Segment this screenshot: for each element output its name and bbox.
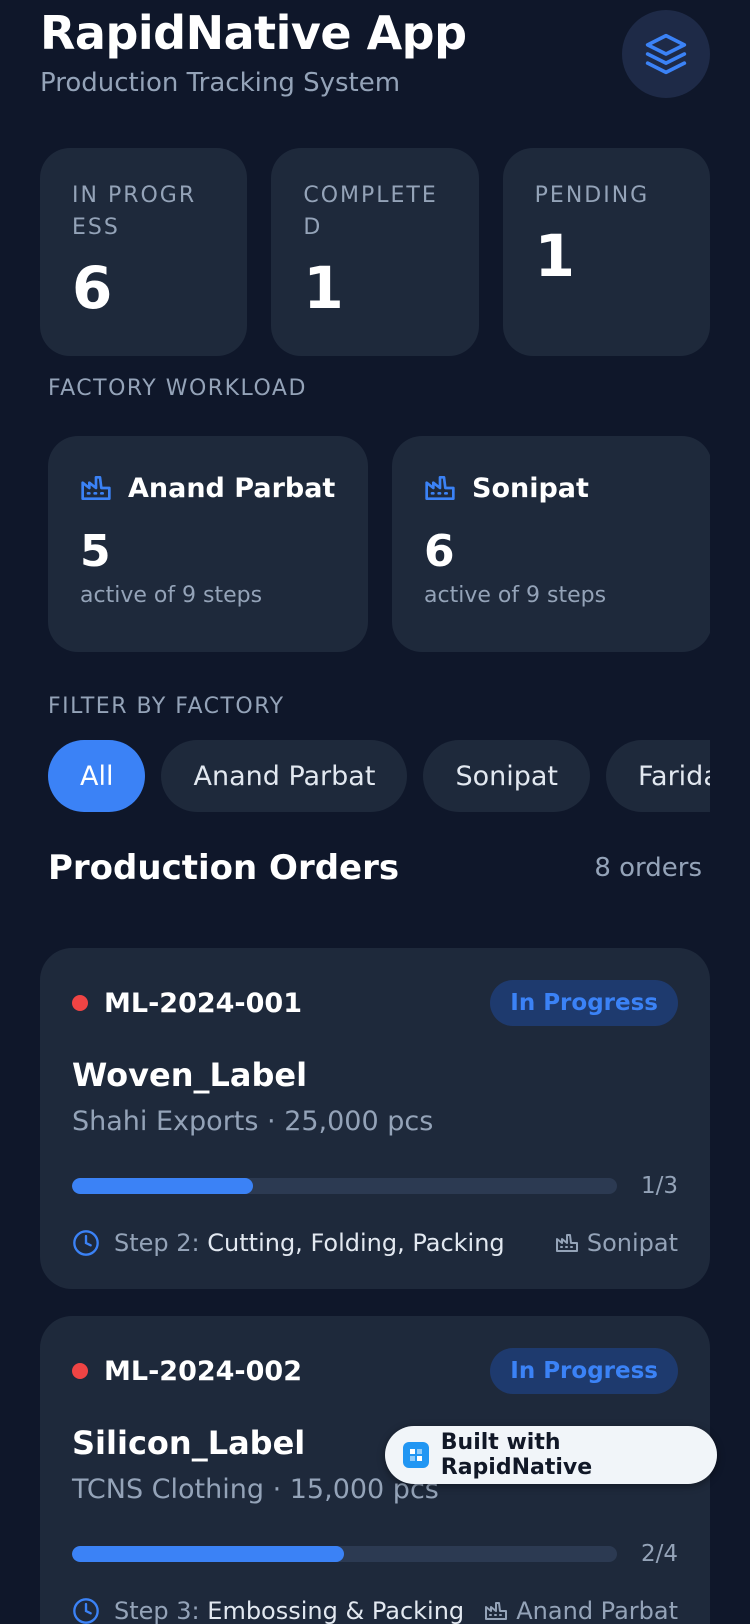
order-id: ML-2024-001 — [104, 987, 302, 1019]
order-meta: Shahi Exports · 25,000 pcs — [72, 1106, 434, 1137]
factory-active-sub: active of 9 steps — [424, 583, 607, 608]
app-title: RapidNative App — [40, 6, 467, 60]
factory-filter-chips[interactable]: All Anand Parbat Sonipat Faridabad — [48, 740, 710, 812]
orders-header: Production Orders 8 orders — [48, 848, 702, 888]
orders-title: Production Orders — [48, 848, 400, 888]
clock-icon — [73, 1598, 99, 1624]
order-id: ML-2024-002 — [104, 1355, 302, 1387]
stats-row: IN PROGRESS 6 COMPLETED 1 PENDING 1 — [40, 148, 710, 356]
rapidnative-logo-icon — [403, 1442, 429, 1468]
status-badge: In Progress — [490, 980, 678, 1026]
filter-chip-all[interactable]: All — [48, 740, 146, 812]
step-prefix: Step 3: — [114, 1597, 200, 1624]
clock-icon — [73, 1230, 99, 1256]
factory-icon — [485, 1602, 508, 1620]
factory-card-sonipat[interactable]: Sonipat 6 active of 9 steps — [392, 436, 710, 652]
stat-value: 1 — [534, 222, 576, 290]
step-name: Cutting, Folding, Packing — [207, 1229, 505, 1257]
step-name: Embossing & Packing — [207, 1597, 465, 1624]
factory-active-sub: active of 9 steps — [80, 583, 263, 608]
stat-card-in-progress[interactable]: IN PROGRESS 6 — [40, 148, 248, 356]
stat-card-completed[interactable]: COMPLETED 1 — [271, 148, 479, 356]
filter-chip-anand-parbat[interactable]: Anand Parbat — [161, 740, 408, 812]
progress-fill — [72, 1178, 254, 1194]
orders-count: 8 orders — [594, 853, 702, 883]
order-factory: Sonipat — [586, 1229, 678, 1257]
priority-dot — [72, 995, 88, 1011]
progress-fraction: 2/4 — [640, 1541, 678, 1567]
factory-workload-scroller[interactable]: Anand Parbat 5 active of 9 steps Sonipat… — [48, 436, 710, 652]
progress-fill — [72, 1546, 345, 1562]
stat-value: 6 — [72, 254, 113, 322]
progress-bar — [72, 1546, 617, 1562]
filter-chip-faridabad[interactable]: Faridabad — [605, 740, 710, 812]
app-subtitle: Production Tracking System — [40, 68, 401, 98]
step-prefix: Step 2: — [114, 1229, 200, 1257]
factory-active-count: 6 — [424, 526, 455, 577]
stat-label: IN PROGRESS — [72, 183, 197, 240]
factory-card-anand-parbat[interactable]: Anand Parbat 5 active of 9 steps — [48, 436, 368, 652]
built-with-label: Built with RapidNative — [440, 1430, 593, 1480]
factory-active-count: 5 — [80, 526, 111, 577]
filter-chip-sonipat[interactable]: Sonipat — [423, 740, 590, 812]
built-with-badge[interactable]: Built with RapidNative — [385, 1426, 717, 1484]
factory-workload-label: FACTORY WORKLOAD — [48, 376, 307, 401]
layers-icon — [645, 33, 687, 75]
order-factory: Anand Parbat — [516, 1597, 678, 1624]
order-product: Woven_Label — [72, 1056, 308, 1094]
stat-value: 1 — [303, 254, 344, 322]
progress-bar — [72, 1178, 617, 1194]
factory-icon — [555, 1234, 578, 1252]
filter-by-factory-label: FILTER BY FACTORY — [48, 694, 285, 719]
factory-icon — [425, 476, 455, 500]
factory-name: Anand Parbat — [128, 472, 336, 504]
layers-button[interactable] — [622, 10, 710, 98]
priority-dot — [72, 1363, 88, 1379]
stat-card-pending[interactable]: PENDING 1 — [502, 148, 710, 356]
stat-label: PENDING — [534, 183, 650, 208]
order-card[interactable]: ML-2024-001 In Progress Woven_Label Shah… — [40, 948, 710, 1289]
progress-fraction: 1/3 — [640, 1173, 678, 1199]
factory-name: Sonipat — [472, 472, 589, 504]
header: RapidNative App Production Tracking Syst… — [40, 6, 467, 98]
factory-icon — [81, 476, 111, 500]
status-badge: In Progress — [490, 1348, 678, 1394]
stat-label: COMPLETED — [303, 183, 438, 240]
app-screen: RapidNative App Production Tracking Syst… — [0, 0, 750, 1624]
